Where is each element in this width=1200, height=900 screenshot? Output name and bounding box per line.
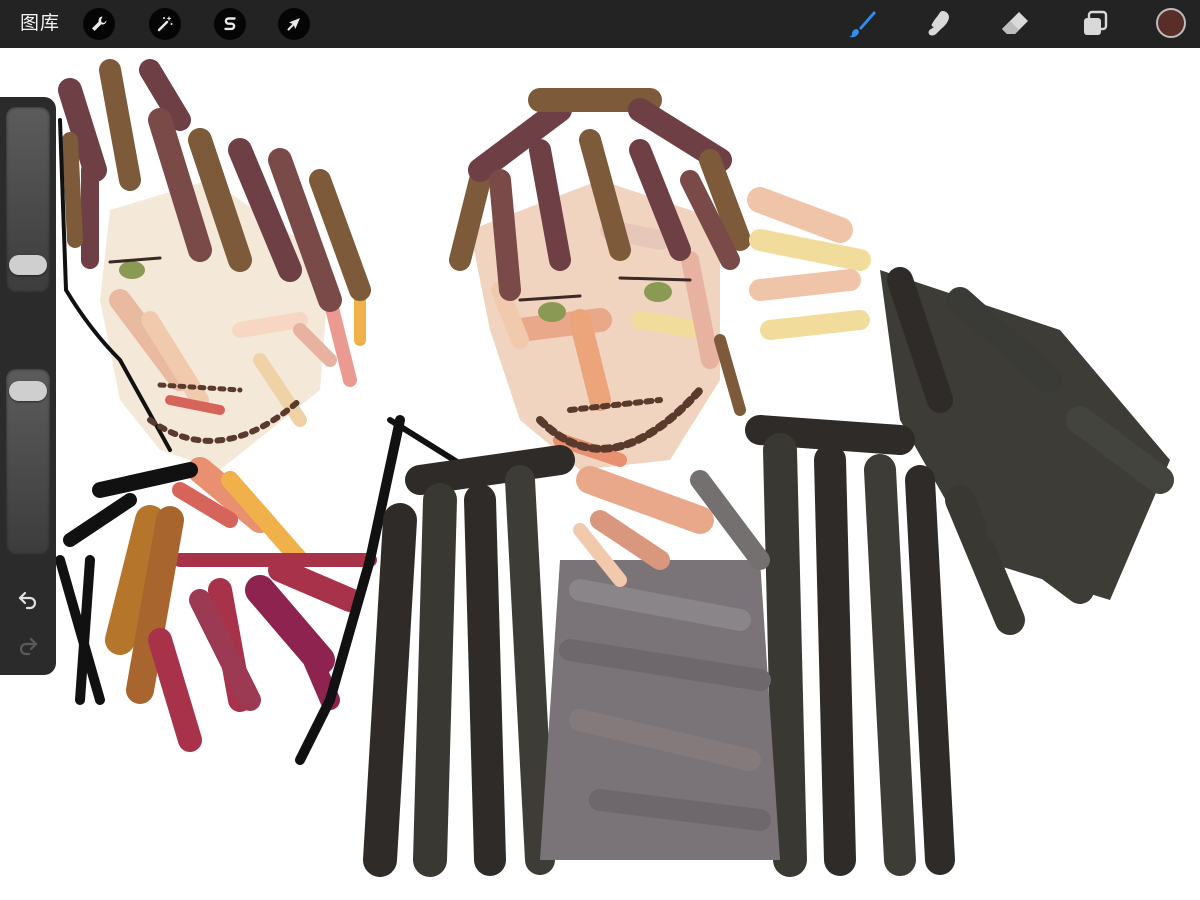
- layers-button[interactable]: [1077, 6, 1113, 42]
- redo-arrow-icon: [19, 637, 38, 656]
- left-sidebar: [0, 97, 56, 675]
- smudge-button[interactable]: [921, 6, 957, 42]
- eraser-icon: [1002, 12, 1028, 34]
- brush-size-thumb[interactable]: [9, 254, 47, 275]
- selection-button[interactable]: [214, 8, 246, 40]
- brush-opacity-slider[interactable]: [6, 369, 50, 555]
- smudge-finger-icon: [928, 11, 949, 36]
- color-picker-button[interactable]: [1156, 8, 1186, 38]
- redo-button[interactable]: [14, 631, 42, 659]
- eraser-button[interactable]: [997, 6, 1033, 42]
- arrow-cursor-icon: [287, 18, 300, 31]
- brush-size-slider[interactable]: [6, 107, 50, 293]
- paintbrush-icon: [849, 11, 876, 38]
- layers-icon: [1084, 10, 1108, 35]
- adjustments-button[interactable]: [149, 8, 181, 40]
- top-toolbar: 图库: [0, 0, 1200, 48]
- gallery-button[interactable]: 图库: [20, 12, 60, 36]
- transform-button[interactable]: [278, 8, 310, 40]
- undo-button[interactable]: [14, 585, 42, 613]
- artwork-illustration: [55, 59, 1174, 877]
- brush-opacity-thumb[interactable]: [9, 381, 47, 402]
- wrench-icon: [92, 16, 107, 31]
- actions-button[interactable]: [83, 8, 115, 40]
- drawing-canvas[interactable]: [0, 48, 1200, 900]
- undo-arrow-icon: [18, 591, 37, 610]
- brush-button[interactable]: [844, 6, 880, 42]
- selection-s-icon: [224, 17, 236, 31]
- magic-wand-icon: [157, 16, 173, 32]
